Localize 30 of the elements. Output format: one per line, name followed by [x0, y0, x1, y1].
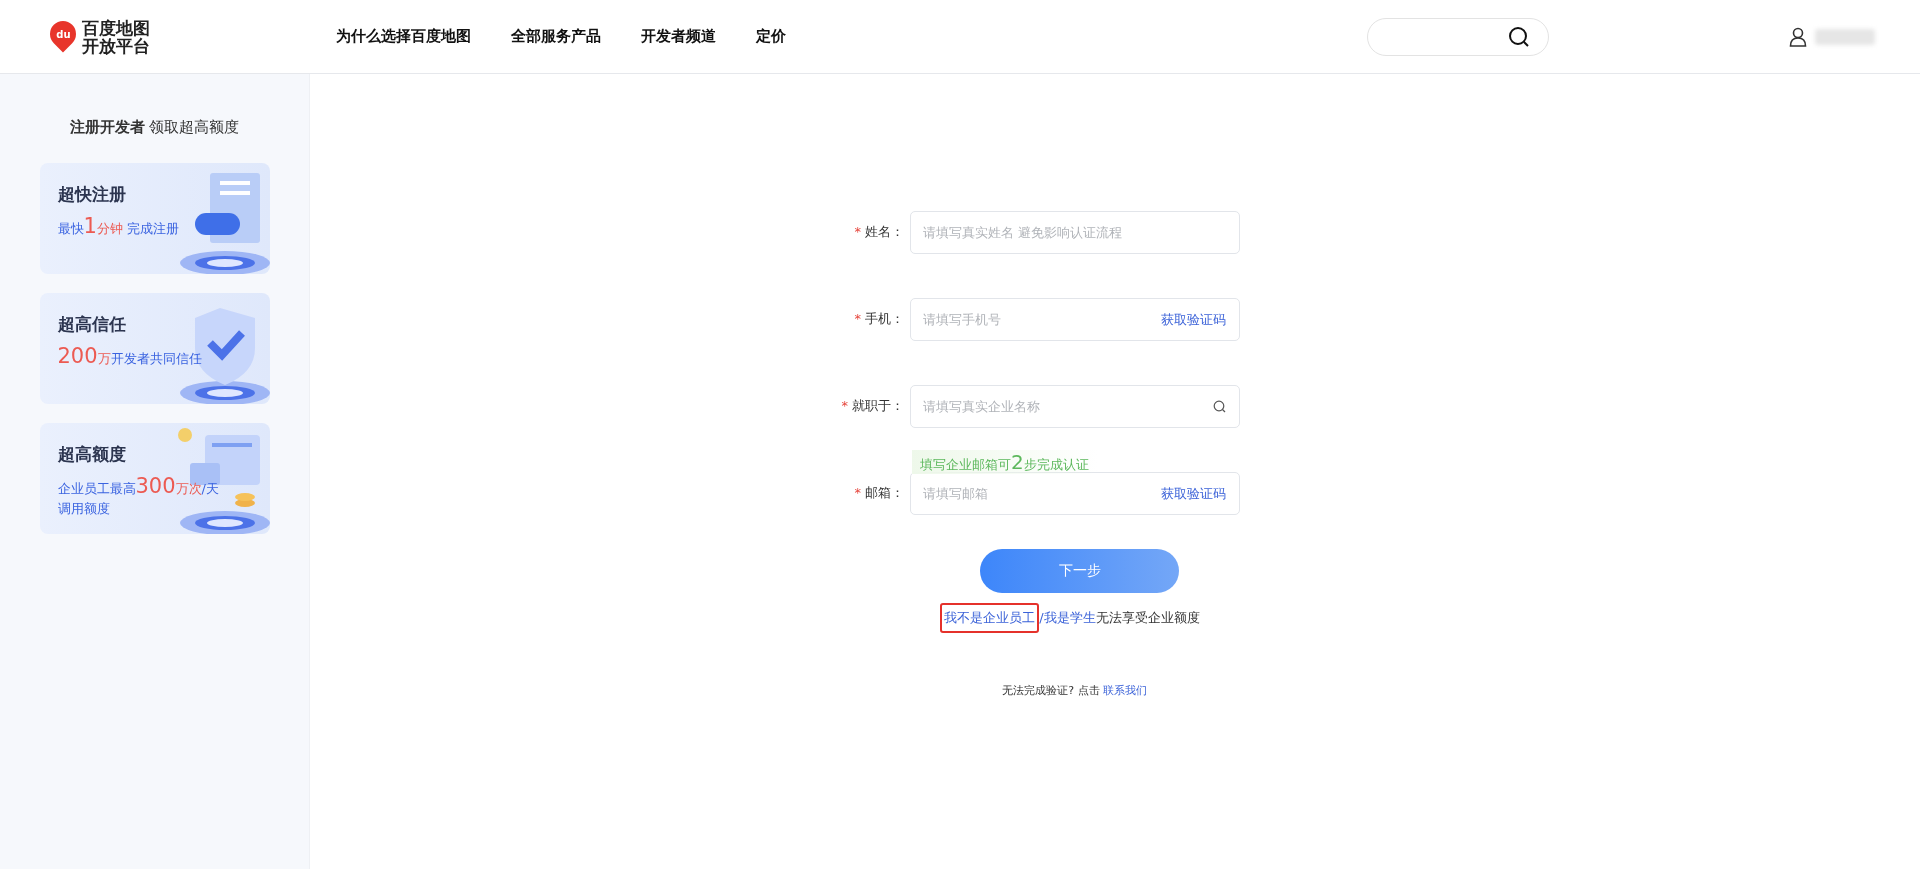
alternative-link[interactable]: /我是学生 — [1039, 610, 1096, 625]
input-field[interactable]: 请填写真实姓名 避免影响认证流程 — [910, 211, 1240, 254]
get-code-link[interactable]: 获取验证码 — [1161, 311, 1226, 329]
card-text: 调用额度 — [57, 500, 111, 518]
alternative-note: 无法享受企业额度 — [1095, 609, 1200, 627]
field-label: * 姓名： — [853, 223, 905, 241]
nav-link[interactable]: 定价 — [756, 27, 786, 46]
input-field[interactable]: 请填写真实企业名称 — [910, 385, 1240, 428]
user-icon[interactable] — [1789, 26, 1807, 47]
field-label: * 就职于： — [840, 397, 905, 415]
search-icon[interactable] — [1213, 400, 1226, 413]
sidebar-title: 注册开发者 领取超高额度 — [69, 118, 240, 137]
card-title: 超高额度 — [57, 443, 127, 466]
card-text: 最快1分钟 完成注册 — [57, 216, 180, 239]
field-label: * 邮箱： — [853, 484, 905, 502]
nav-link[interactable]: 开发者频道 — [641, 27, 716, 46]
blurred-username — [1815, 28, 1875, 45]
field-label: * 手机： — [853, 310, 905, 328]
get-code-link[interactable]: 获取验证码 — [1161, 485, 1226, 503]
card-text: 企业员工最高300万次/天 — [57, 476, 220, 499]
logo-text[interactable]: 百度地图 开放平台 — [82, 18, 150, 55]
help-text: 无法完成验证? 点击 联系我们 — [1002, 683, 1149, 698]
contact-link[interactable]: 联系我们 — [1103, 684, 1148, 697]
nav-link[interactable]: 全部服务产品 — [511, 27, 601, 46]
search-icon[interactable] — [1508, 25, 1530, 48]
nav-link[interactable]: 为什么选择百度地图 — [336, 27, 471, 46]
card-text: 200万开发者共同信任 — [57, 346, 203, 369]
card-title: 超快注册 — [57, 183, 127, 206]
alternative-link[interactable]: 我不是企业员工 — [944, 610, 1036, 625]
card-title: 超高信任 — [57, 313, 127, 336]
